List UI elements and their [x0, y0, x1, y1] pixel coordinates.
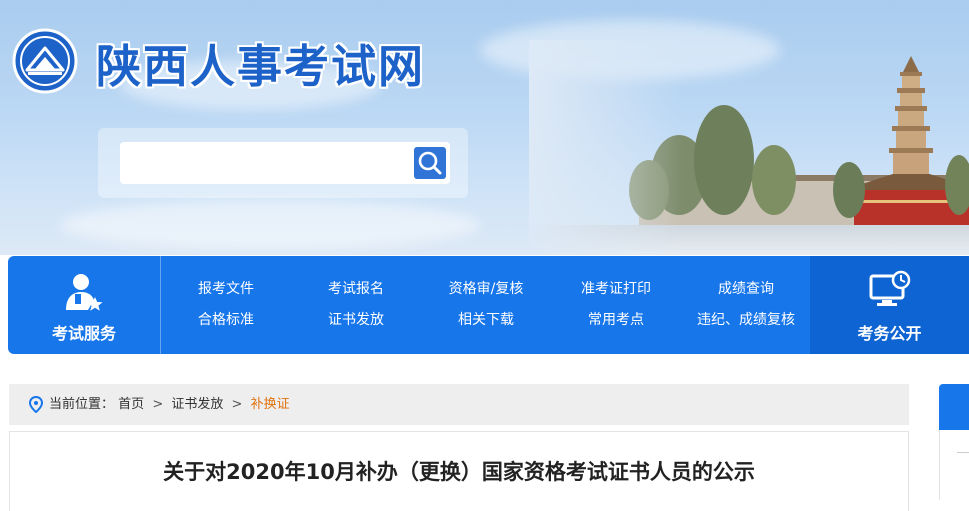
nav-exam-service-label: 考试服务 — [51, 324, 116, 343]
nav-link-violation-review[interactable]: 违纪、成绩复核 — [681, 309, 811, 340]
monitor-clock-icon — [869, 270, 910, 306]
nav-link-admission-ticket[interactable]: 准考证打印 — [551, 278, 681, 309]
location-pin-icon — [29, 396, 43, 413]
nav-column-4: 准考证打印 常用考点 — [551, 278, 681, 340]
breadcrumb: 当前位置： 首页 > 证书发放 > 补换证 — [9, 384, 909, 425]
nav-link-certificate-issue[interactable]: 证书发放 — [291, 309, 421, 340]
breadcrumb-certificate-issue[interactable]: 证书发放 — [171, 397, 223, 412]
main-nav: 考试服务 报考文件 合格标准 考试报名 证书发放 资格审/复核 相关下载 准考证… — [8, 256, 969, 354]
breadcrumb-prefix: 当前位置： — [49, 397, 115, 412]
nav-link-downloads[interactable]: 相关下载 — [421, 309, 551, 340]
site-logo-icon[interactable] — [12, 28, 78, 94]
breadcrumb-home[interactable]: 首页 — [118, 397, 144, 412]
article-container: 关于对2020年10月补办（更换）国家资格考试证书人员的公示 — [9, 431, 909, 511]
search-input[interactable] — [120, 142, 450, 184]
nav-exam-service[interactable]: 考试服务 — [8, 256, 161, 354]
article-title: 关于对2020年10月补办（更换）国家资格考试证书人员的公示 — [163, 460, 755, 484]
header-banner: 陕西人事考试网 — [0, 0, 969, 255]
side-panel-divider — [957, 452, 969, 453]
search-box — [98, 128, 468, 198]
cloud-decoration — [60, 200, 480, 250]
side-panel-tab[interactable] — [939, 384, 969, 430]
search-button[interactable] — [412, 145, 448, 181]
search-icon — [418, 151, 442, 175]
nav-column-1: 报考文件 合格标准 — [161, 278, 291, 340]
nav-link-pass-standard[interactable]: 合格标准 — [161, 309, 291, 340]
site-title[interactable]: 陕西人事考试网 — [96, 30, 425, 95]
breadcrumb-current[interactable]: 补换证 — [251, 397, 290, 412]
nav-link-qualification-review[interactable]: 资格审/复核 — [421, 278, 551, 309]
breadcrumb-separator: > — [231, 397, 243, 412]
side-panel — [939, 430, 969, 500]
nav-link-policy-files[interactable]: 报考文件 — [161, 278, 291, 309]
nav-exam-affairs[interactable]: 考务公开 — [810, 256, 969, 354]
nav-column-5: 成绩查询 违纪、成绩复核 — [681, 278, 811, 340]
nav-link-exam-sites[interactable]: 常用考点 — [551, 309, 681, 340]
nav-link-registration[interactable]: 考试报名 — [291, 278, 421, 309]
user-star-icon — [66, 274, 103, 311]
nav-column-3: 资格审/复核 相关下载 — [421, 278, 551, 340]
nav-link-score-query[interactable]: 成绩查询 — [681, 278, 811, 309]
nav-exam-affairs-label: 考务公开 — [857, 324, 922, 343]
big-wild-goose-pagoda-image — [529, 40, 969, 255]
nav-column-2: 考试报名 证书发放 — [291, 278, 421, 340]
breadcrumb-separator: > — [152, 397, 164, 412]
